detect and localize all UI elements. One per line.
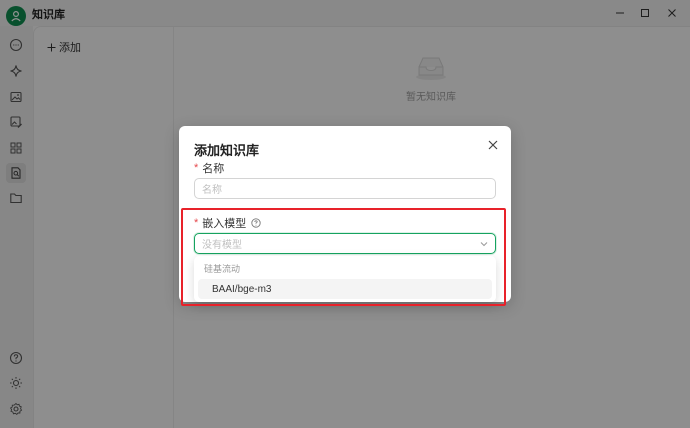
dialog-title: 添加知识库	[194, 143, 260, 158]
name-placeholder: 名称	[202, 185, 222, 196]
close-icon	[488, 140, 498, 150]
required-mark: *	[194, 162, 199, 174]
highlight-box	[181, 208, 506, 306]
name-label: * 名称	[194, 160, 224, 176]
dialog-close-button[interactable]	[485, 137, 501, 153]
name-input[interactable]: 名称	[194, 178, 496, 199]
name-label-text: 名称	[202, 163, 225, 175]
